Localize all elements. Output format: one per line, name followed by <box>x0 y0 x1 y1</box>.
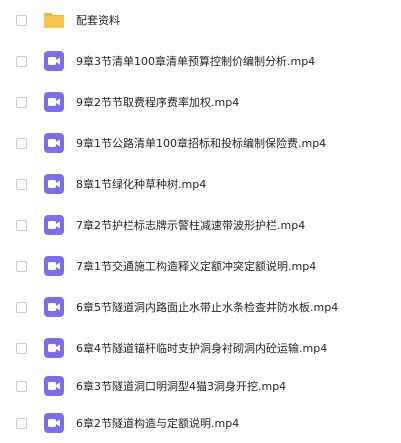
list-item-file[interactable]: 9章2节节取费程序费率加权.mp4 <box>0 82 401 122</box>
list-item-file[interactable]: 8章1节绿化种草种树.mp4 <box>0 164 401 204</box>
row-checkbox[interactable] <box>16 96 27 108</box>
row-checkbox[interactable] <box>16 178 27 190</box>
file-name: 6章5节隧道洞内路面止水带止水条检查井防水板.mp4 <box>76 301 339 314</box>
list-item-file[interactable]: 6章3节隧道洞口明洞型4猫3洞身开挖.mp4 <box>0 366 401 406</box>
row-checkbox[interactable] <box>16 137 27 149</box>
list-item-file[interactable]: 7章2节护栏标志牌示警柱减速带波形护栏.mp4 <box>0 205 401 245</box>
video-file-icon <box>42 336 66 360</box>
file-name: 6章4节隧道锚杆临时支护洞身衬砌洞内砼运输.mp4 <box>76 342 328 355</box>
video-file-icon <box>42 131 66 155</box>
video-file-icon <box>42 213 66 237</box>
file-list: 配套资料 9章3节清单100章清单预算控制价编制分析.mp4 9章2节节取费程序… <box>0 0 401 443</box>
row-checkbox[interactable] <box>16 55 27 67</box>
file-name: 6章3节隧道洞口明洞型4猫3洞身开挖.mp4 <box>76 380 287 393</box>
video-file-icon <box>42 49 66 73</box>
row-checkbox[interactable] <box>16 301 27 313</box>
list-item-folder[interactable]: 配套资料 <box>0 0 401 40</box>
row-checkbox[interactable] <box>16 342 27 354</box>
video-file-icon <box>42 254 66 278</box>
video-file-icon <box>42 295 66 319</box>
row-checkbox[interactable] <box>16 260 27 272</box>
video-file-icon <box>42 172 66 196</box>
list-item-file[interactable]: 6章5节隧道洞内路面止水带止水条检查井防水板.mp4 <box>0 287 401 327</box>
file-name: 9章1节公路清单100章招标和投标编制保险费.mp4 <box>76 137 327 150</box>
file-name: 7章2节护栏标志牌示警柱减速带波形护栏.mp4 <box>76 219 306 232</box>
file-name: 7章1节交通施工构造释义定额冲突定额说明.mp4 <box>76 260 317 273</box>
row-checkbox[interactable] <box>16 417 27 429</box>
row-checkbox[interactable] <box>16 14 27 26</box>
list-item-file[interactable]: 9章3节清单100章清单预算控制价编制分析.mp4 <box>0 41 401 81</box>
file-name: 9章2节节取费程序费率加权.mp4 <box>76 96 240 109</box>
list-item-file[interactable]: 6章2节隧道构造与定额说明.mp4 <box>0 403 401 443</box>
file-name: 配套资料 <box>76 14 120 27</box>
row-checkbox[interactable] <box>16 380 27 392</box>
file-name: 6章2节隧道构造与定额说明.mp4 <box>76 417 240 430</box>
video-file-icon <box>42 374 66 398</box>
file-name: 9章3节清单100章清单预算控制价编制分析.mp4 <box>76 55 316 68</box>
list-item-file[interactable]: 9章1节公路清单100章招标和投标编制保险费.mp4 <box>0 123 401 163</box>
folder-icon <box>42 8 66 32</box>
row-checkbox[interactable] <box>16 219 27 231</box>
video-file-icon <box>42 411 66 435</box>
file-name: 8章1节绿化种草种树.mp4 <box>76 178 207 191</box>
list-item-file[interactable]: 7章1节交通施工构造释义定额冲突定额说明.mp4 <box>0 246 401 286</box>
list-item-file[interactable]: 6章4节隧道锚杆临时支护洞身衬砌洞内砼运输.mp4 <box>0 328 401 368</box>
video-file-icon <box>42 90 66 114</box>
